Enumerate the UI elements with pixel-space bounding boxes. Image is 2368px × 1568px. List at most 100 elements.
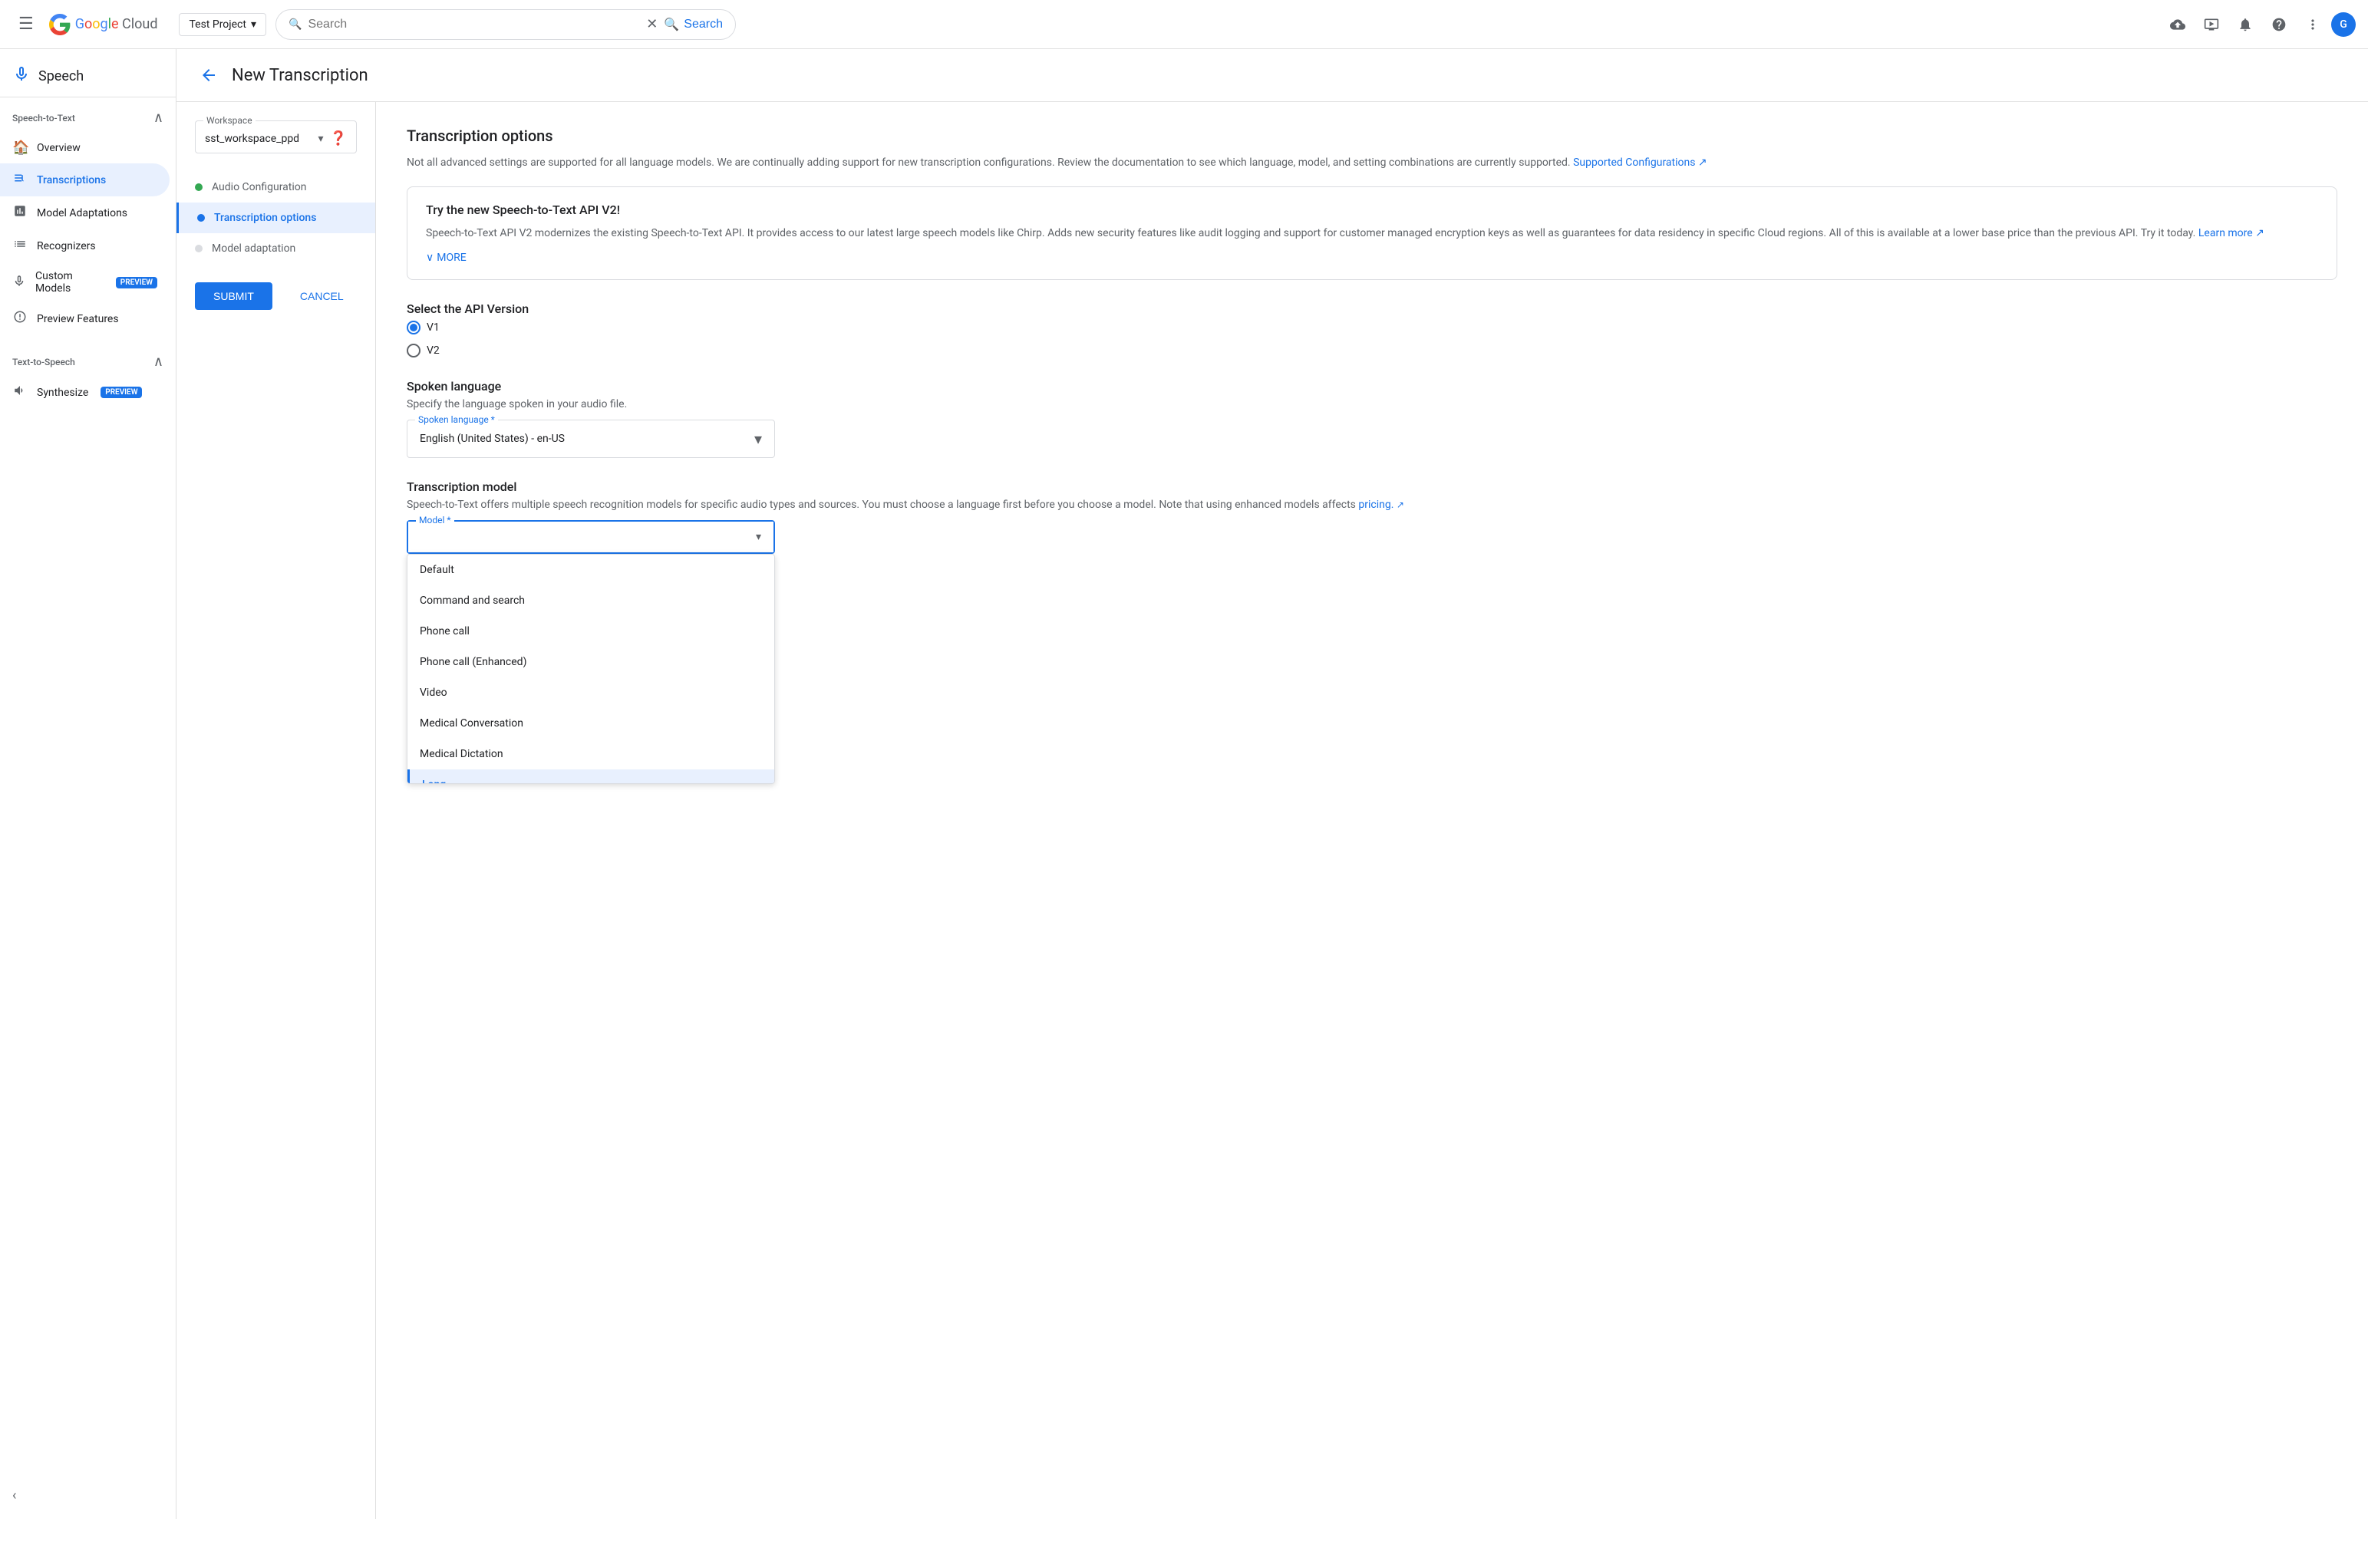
spoken-language-field-label: Spoken language *	[415, 414, 498, 425]
wizard: Workspace sst_workspace_ppd ▾ ❓	[176, 102, 2368, 1519]
dropdown-item-phone-call-enhanced[interactable]: Phone call (Enhanced)	[407, 647, 774, 677]
cloud-upload-icon[interactable]	[2162, 9, 2193, 40]
info-box-desc: Speech-to-Text API V2 modernizes the exi…	[426, 225, 2318, 242]
model-select-container[interactable]: Model * ▾	[407, 520, 775, 554]
search-button[interactable]: 🔍 Search	[664, 17, 723, 32]
api-version-label: Select the API Version	[407, 301, 2337, 316]
sidebar-product: Speech	[0, 55, 176, 97]
dropdown-item-default[interactable]: Default	[407, 555, 774, 585]
google-cloud-logo-svg	[49, 14, 71, 35]
search-clear-icon[interactable]: ✕	[646, 16, 658, 32]
content-panel: Transcription options Not all advanced s…	[376, 102, 2368, 1519]
workspace-value: sst_workspace_ppd	[205, 133, 299, 145]
synthesize-preview-badge: PREVIEW	[101, 387, 142, 398]
project-dropdown-icon: ▾	[251, 18, 256, 31]
sidebar-section-text-to-speech[interactable]: Text-to-Speech ∧	[0, 348, 176, 376]
wizard-nav: Workspace sst_workspace_ppd ▾ ❓	[176, 102, 376, 1519]
overview-icon: 🏠	[12, 140, 28, 156]
section-title: Transcription options	[407, 127, 2337, 145]
synthesize-icon	[12, 384, 28, 401]
transcriptions-icon	[12, 171, 28, 189]
radio-v2-circle	[407, 344, 421, 357]
sidebar-item-recognizers[interactable]: Recognizers	[0, 229, 170, 262]
topbar-icons: G	[2162, 9, 2356, 40]
page-header: New Transcription	[176, 49, 2368, 102]
sidebar-item-synthesize[interactable]: Synthesize PREVIEW	[0, 376, 170, 409]
custom-models-icon	[12, 274, 26, 292]
learn-more-link[interactable]: Learn more ↗	[2198, 227, 2264, 239]
search-input[interactable]: speec	[308, 18, 640, 31]
submit-button[interactable]: SUBMIT	[195, 282, 272, 310]
spoken-language-label: Spoken language	[407, 379, 2337, 394]
model-field-label: Model *	[416, 515, 454, 525]
model-dropdown-arrow-icon: ▾	[756, 531, 761, 543]
avatar[interactable]: G	[2331, 12, 2356, 37]
workspace-help-icon[interactable]: ❓	[330, 130, 347, 147]
collapse-icon: ∧	[153, 110, 163, 126]
project-selector[interactable]: Test Project ▾	[179, 13, 266, 36]
wizard-step-transcription[interactable]: Transcription options	[176, 203, 375, 233]
wizard-step-model[interactable]: Model adaptation	[176, 233, 375, 264]
page-title: New Transcription	[232, 66, 368, 85]
supported-configs-link[interactable]: Supported Configurations ↗	[1573, 156, 1707, 169]
sidebar-item-transcriptions[interactable]: Transcriptions	[0, 163, 170, 196]
info-box-title: Try the new Speech-to-Text API V2!	[426, 203, 2318, 217]
sidebar-collapse-btn[interactable]: ‹	[12, 1487, 16, 1504]
tts-collapse-icon: ∧	[153, 354, 163, 370]
dropdown-item-video[interactable]: Video	[407, 677, 774, 708]
more-link[interactable]: ∨ MORE	[426, 252, 2318, 264]
dropdown-item-phone-call[interactable]: Phone call	[407, 616, 774, 647]
spoken-language-value: English (United States) - en-US	[420, 433, 565, 445]
search-icon: 🔍	[289, 18, 302, 31]
workspace-label: Workspace	[203, 115, 256, 126]
workspace-section: Workspace sst_workspace_ppd ▾ ❓	[176, 120, 375, 172]
sidebar-item-custom-models[interactable]: Custom Models PREVIEW	[0, 262, 170, 302]
chevron-down-icon: ∨	[426, 252, 434, 264]
search-bar: 🔍 speec ✕ 🔍 Search	[275, 9, 736, 40]
cancel-button[interactable]: CANCEL	[282, 282, 362, 310]
dropdown-item-medical-conversation[interactable]: Medical Conversation	[407, 708, 774, 739]
custom-models-preview-badge: PREVIEW	[116, 277, 157, 288]
sidebar-item-overview[interactable]: 🏠 Overview	[0, 132, 170, 163]
help-icon[interactable]	[2264, 9, 2294, 40]
radio-v1[interactable]: V1	[407, 321, 2337, 334]
model-dropdown-menu: Default Command and search Phone call Ph…	[407, 554, 775, 784]
workspace-dropdown-icon[interactable]: ▾	[318, 133, 324, 145]
sidebar-section-speech-to-text[interactable]: Speech-to-Text ∧	[0, 104, 176, 132]
layout: Speech Speech-to-Text ∧ 🏠 Overview Trans…	[0, 49, 2368, 1519]
sidebar-item-model-adaptations[interactable]: Model Adaptations	[0, 196, 170, 229]
project-name: Test Project	[189, 18, 246, 31]
step-dot-audio	[195, 183, 203, 191]
cloud-play-icon[interactable]	[2196, 9, 2227, 40]
menu-icon[interactable]: ☰	[12, 8, 40, 40]
transcription-model-sublabel: Speech-to-Text offers multiple speech re…	[407, 499, 2337, 511]
sidebar: Speech Speech-to-Text ∧ 🏠 Overview Trans…	[0, 49, 176, 1519]
dropdown-item-long[interactable]: Long	[407, 769, 774, 784]
spoken-language-section: Spoken language Specify the language spo…	[407, 379, 2337, 458]
model-select-wrapper: Model * ▾ Default Command and search Pho…	[407, 520, 775, 784]
topbar: ☰ Google Cloud Test Project ▾ 🔍 speec ✕ …	[0, 0, 2368, 49]
recognizers-icon	[12, 237, 28, 255]
sidebar-product-name: Speech	[38, 68, 84, 84]
wizard-step-audio[interactable]: Audio Configuration	[176, 172, 375, 203]
spoken-language-select[interactable]: Spoken language * English (United States…	[407, 420, 775, 458]
main-content: New Transcription Workspace sst_workspac…	[176, 49, 2368, 1519]
search-btn-icon: 🔍	[664, 17, 679, 32]
wizard-buttons: SUBMIT CANCEL	[176, 264, 375, 328]
notifications-icon[interactable]	[2230, 9, 2261, 40]
transcription-model-label: Transcription model	[407, 479, 2337, 494]
dropdown-item-medical-dictation[interactable]: Medical Dictation	[407, 739, 774, 769]
speech-product-icon	[12, 64, 31, 87]
more-vert-icon[interactable]	[2297, 9, 2328, 40]
pricing-link[interactable]: pricing. ↗	[1358, 499, 1404, 511]
step-dot-model	[195, 245, 203, 252]
radio-v2[interactable]: V2	[407, 344, 2337, 357]
pricing-external-link-icon: ↗	[1397, 499, 1404, 510]
info-box: Try the new Speech-to-Text API V2! Speec…	[407, 186, 2337, 279]
sidebar-item-preview-features[interactable]: Preview Features	[0, 302, 170, 335]
model-select-value[interactable]: ▾	[408, 522, 773, 552]
section-desc: Not all advanced settings are supported …	[407, 154, 2337, 171]
back-button[interactable]	[195, 61, 223, 89]
dropdown-item-command-search[interactable]: Command and search	[407, 585, 774, 616]
spoken-language-arrow-icon: ▾	[754, 430, 762, 448]
